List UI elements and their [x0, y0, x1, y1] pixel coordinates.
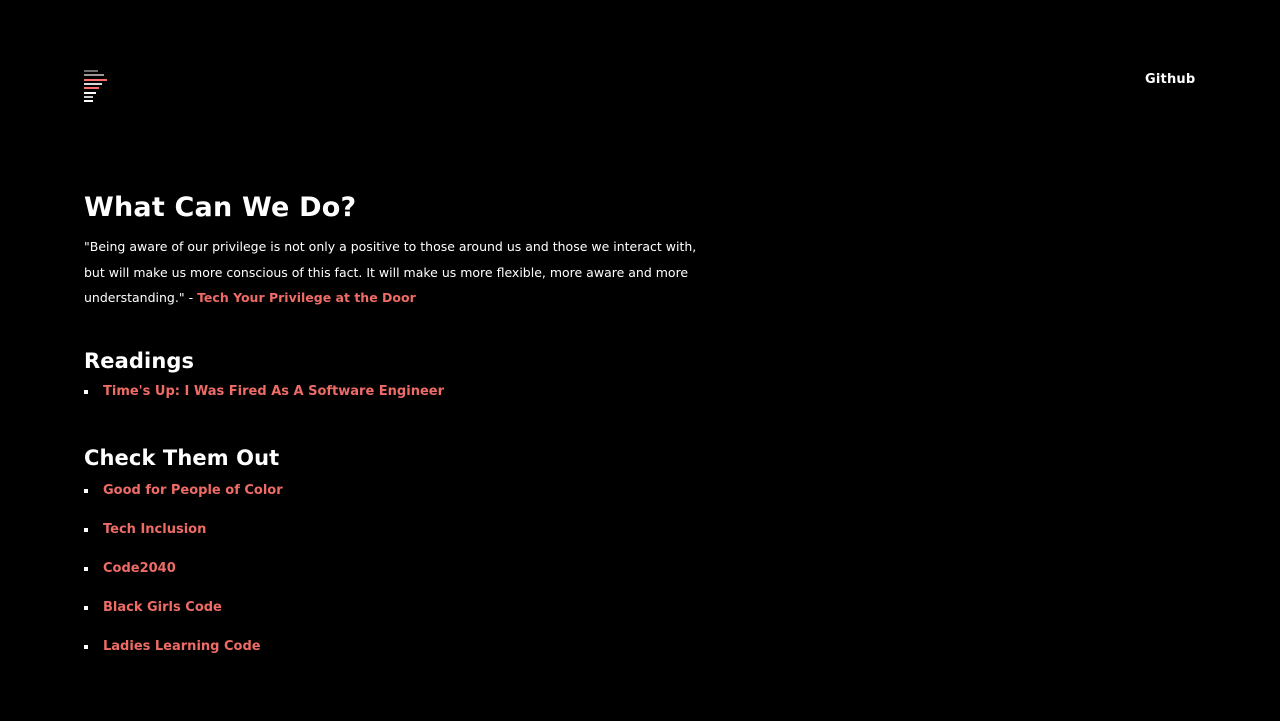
quote-paragraph: "Being aware of our privilege is not onl…: [84, 234, 699, 311]
logo-bar: [84, 74, 104, 76]
list-item: Black Girls Code: [84, 598, 724, 618]
bullet-icon: [84, 605, 88, 610]
resource-link[interactable]: Tech Inclusion: [103, 522, 206, 537]
list-item: Time's Up: I Was Fired As A Software Eng…: [84, 382, 724, 402]
main-content: What Can We Do? "Being aware of our priv…: [84, 188, 724, 676]
readings-list: Time's Up: I Was Fired As A Software Eng…: [84, 382, 724, 402]
list-item: Good for People of Color: [84, 481, 724, 501]
logo-bar: [84, 92, 96, 94]
logo-bar: [84, 87, 99, 89]
logo-bar: [84, 100, 93, 102]
page-title: What Can We Do?: [84, 192, 357, 223]
bullet-icon: [84, 488, 88, 493]
logo-bar: [84, 79, 107, 81]
logo-bar: [84, 70, 98, 72]
resource-link[interactable]: Black Girls Code: [103, 600, 222, 615]
logo-bar: [84, 83, 102, 85]
bullet-icon: [84, 527, 88, 532]
resource-link[interactable]: Code2040: [103, 561, 176, 576]
site-logo[interactable]: [84, 70, 108, 102]
bullet-icon: [84, 566, 88, 571]
resource-link[interactable]: Ladies Learning Code: [103, 639, 261, 654]
resources-heading: Check Them Out: [84, 445, 280, 470]
reading-link[interactable]: Time's Up: I Was Fired As A Software Eng…: [103, 384, 444, 399]
list-item: Code2040: [84, 559, 724, 579]
bullet-icon: [84, 644, 88, 649]
resources-list: Good for People of Color Tech Inclusion …: [84, 481, 724, 657]
nav-link-github[interactable]: Github: [1145, 72, 1195, 87]
readings-heading: Readings: [84, 348, 195, 373]
bullet-icon: [84, 389, 88, 394]
list-item: Tech Inclusion: [84, 520, 724, 540]
resource-link[interactable]: Good for People of Color: [103, 483, 283, 498]
logo-bar: [84, 96, 93, 98]
list-item: Ladies Learning Code: [84, 637, 724, 657]
quote-source-link[interactable]: Tech Your Privilege at the Door: [197, 290, 416, 305]
